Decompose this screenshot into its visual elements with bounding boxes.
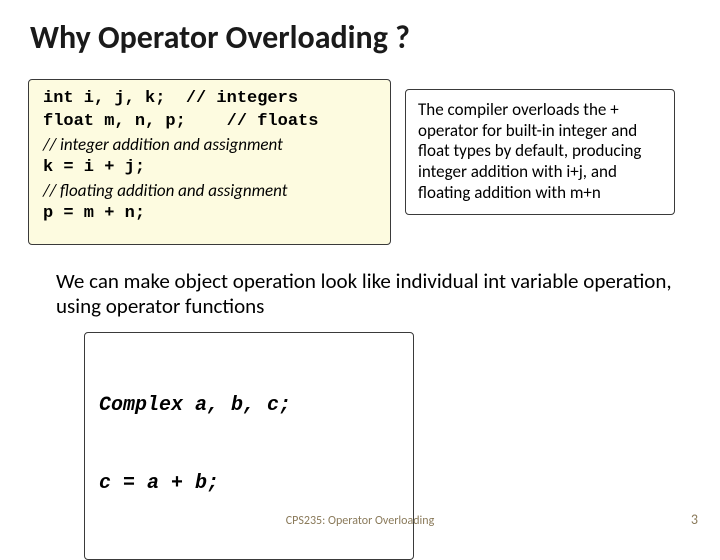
explanation-box: The compiler overloads the + operator fo… — [405, 89, 675, 215]
page-number: 3 — [691, 511, 698, 528]
code-line-4: p = m + n; — [43, 203, 376, 226]
complex-line-2: c = a + b; — [99, 471, 399, 497]
code-comment-1: // integer addition and assignment — [43, 134, 376, 157]
code-comment-2: // floating addition and assignment — [43, 180, 376, 203]
slide-title: Why Operator Overloading ? — [30, 18, 692, 57]
code-line-3: k = i + j; — [43, 157, 376, 180]
code-line-1: int i, j, k; // integers — [43, 88, 376, 111]
content-row: int i, j, k; // integers float m, n, p; … — [28, 79, 692, 245]
footer-text: CPS235: Operator Overloading — [0, 514, 720, 528]
code-box: int i, j, k; // integers float m, n, p; … — [28, 79, 391, 245]
code-line-2: float m, n, p; // floats — [43, 111, 376, 134]
complex-line-1: Complex a, b, c; — [99, 393, 399, 419]
explanation-text: We can make object operation look like i… — [56, 269, 672, 320]
slide: Why Operator Overloading ? int i, j, k; … — [0, 0, 720, 540]
